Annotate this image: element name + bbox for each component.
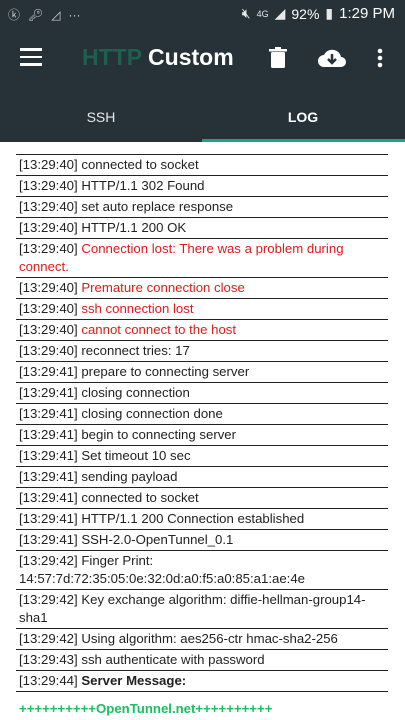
no-sim-icon: ◿ [51, 7, 61, 22]
log-message: connected to socket [81, 157, 199, 172]
log-timestamp: [13:29:40] [19, 220, 78, 235]
signal-icon: ◢ [274, 5, 286, 21]
log-line: [13:29:44] Server Message: [16, 671, 388, 692]
log-timestamp: [13:29:40] [19, 241, 78, 256]
log-line: [13:29:41] HTTP/1.1 200 Connection estab… [16, 509, 388, 530]
log-line: [13:29:41] closing connection [16, 383, 388, 404]
log-message: begin to connecting server [81, 427, 237, 442]
log-message: prepare to connecting server [81, 364, 250, 379]
tab-bar: SSH LOG [0, 90, 405, 142]
log-message: set auto replace response [81, 199, 234, 214]
log-message: reconnect tries: 17 [81, 343, 190, 358]
title-http: HTTP [82, 44, 142, 70]
log-line: [13:29:41] prepare to connecting server [16, 362, 388, 383]
log-message: ssh connection lost [81, 301, 194, 316]
log-timestamp: [13:29:40] [19, 343, 78, 358]
log-timestamp: [13:29:40] [19, 178, 78, 193]
log-line: [13:29:43] ssh authenticate with passwor… [16, 650, 388, 671]
log-message: Premature connection close [81, 280, 245, 295]
log-timestamp: [13:29:41] [19, 511, 78, 526]
clock: 1:29 PM [339, 5, 395, 22]
app-bar: HTTP Custom [0, 28, 405, 90]
log-line: [13:29:41] sending payload [16, 467, 388, 488]
log-message: Using algorithm: aes256-ctr hmac-sha2-25… [81, 631, 338, 646]
log-line: [13:29:41] SSH-2.0-OpenTunnel_0.1 [16, 530, 388, 551]
log-message: closing connection [81, 385, 190, 400]
log-line: [13:29:40] cannot connect to the host [16, 320, 388, 341]
log-server-banner: ++++++++++OpenTunnel.net++++++++++ [19, 701, 273, 716]
log-line: [13:29:40] Connection lost: There was a … [16, 239, 388, 278]
log-line: [13:29:42] Finger Print: 14:57:7d:72:35:… [16, 551, 388, 590]
battery-icon: ▮ [325, 5, 334, 21]
log-timestamp: [13:29:41] [19, 364, 78, 379]
log-timestamp: [13:29:41] [19, 490, 78, 505]
tab-log[interactable]: LOG [202, 90, 404, 142]
log-line: [13:29:40] connected to socket [16, 155, 388, 176]
log-message: connected to socket [81, 490, 199, 505]
log-line: [13:29:40] ssh connection lost [16, 299, 388, 320]
log-line: [13:29:41] begin to connecting server [16, 425, 388, 446]
tab-indicator [202, 139, 405, 142]
log-line: [13:29:41] closing connection done [16, 404, 388, 425]
status-bar: ⓚ 🔑︎ ◿ ··· 🔇︎ 4G ◢ 92% ▮ 1:29 PM [0, 0, 405, 28]
log-timestamp: [13:29:40] [19, 322, 78, 337]
trash-icon[interactable] [262, 42, 294, 74]
network-type: 4G [256, 8, 269, 19]
log-message: HTTP/1.1 200 OK [81, 220, 187, 235]
battery-percent: 92% [291, 5, 320, 22]
log-timestamp: [13:29:40] [19, 157, 78, 172]
log-message: SSH-2.0-OpenTunnel_0.1 [81, 532, 234, 547]
log-view[interactable]: [13:29:40] connected to socket [13:29:40]… [16, 150, 388, 720]
notification-icon: ⓚ [8, 8, 21, 22]
log-timestamp: [13:29:42] [19, 592, 78, 607]
log-line: [13:29:40] HTTP/1.1 302 Found [16, 176, 388, 197]
menu-icon[interactable] [20, 48, 42, 66]
log-line: [13:29:40] HTTP/1.1 200 OK [16, 218, 388, 239]
log-message: ssh authenticate with password [81, 652, 265, 667]
log-timestamp: [13:29:41] [19, 448, 78, 463]
key-icon: 🔑︎ [28, 7, 44, 22]
log-timestamp: [13:29:40] [19, 199, 78, 214]
log-line: [13:29:41] Set timeout 10 sec [16, 446, 388, 467]
log-line: [13:29:40] set auto replace response [16, 197, 388, 218]
more-vert-icon[interactable] [364, 42, 396, 74]
log-message: closing connection done [81, 406, 223, 421]
log-message: cannot connect to the host [81, 322, 237, 337]
more-notifications-icon: ··· [68, 7, 81, 22]
log-message: Set timeout 10 sec [81, 448, 191, 463]
log-timestamp: [13:29:41] [19, 427, 78, 442]
log-timestamp: [13:29:41] [19, 532, 78, 547]
mute-icon: 🔇︎ [241, 5, 251, 21]
log-message: HTTP/1.1 302 Found [81, 178, 205, 193]
log-message: sending payload [81, 469, 178, 484]
tab-ssh[interactable]: SSH [0, 90, 202, 142]
log-line: [13:29:41] connected to socket [16, 488, 388, 509]
log-timestamp: [13:29:41] [19, 385, 78, 400]
app-title: HTTP Custom [82, 44, 234, 71]
log-line: [13:29:42] Using algorithm: aes256-ctr h… [16, 629, 388, 650]
notification-icons: ⓚ 🔑︎ ◿ ··· [8, 6, 80, 23]
log-timestamp: [13:29:40] [19, 301, 78, 316]
log-line: [13:29:40] reconnect tries: 17 [16, 341, 388, 362]
log-timestamp: [13:29:41] [19, 469, 78, 484]
log-message: Server Message: [81, 673, 187, 688]
log-message: HTTP/1.1 200 Connection established [81, 511, 305, 526]
log-timestamp: [13:29:41] [19, 406, 78, 421]
log-line: [13:29:42] Key exchange algorithm: diffi… [16, 590, 388, 629]
log-line: [13:29:40] Premature connection close [16, 278, 388, 299]
status-right: 🔇︎ 4G ◢ 92% ▮ 1:29 PM [242, 5, 395, 22]
log-timestamp: [13:29:42] [19, 553, 78, 568]
cloud-download-icon[interactable] [316, 42, 348, 74]
log-timestamp: [13:29:42] [19, 631, 78, 646]
log-timestamp: [13:29:44] [19, 673, 78, 688]
log-timestamp: [13:29:40] [19, 280, 78, 295]
log-timestamp: [13:29:43] [19, 652, 78, 667]
title-custom: Custom [148, 44, 234, 70]
